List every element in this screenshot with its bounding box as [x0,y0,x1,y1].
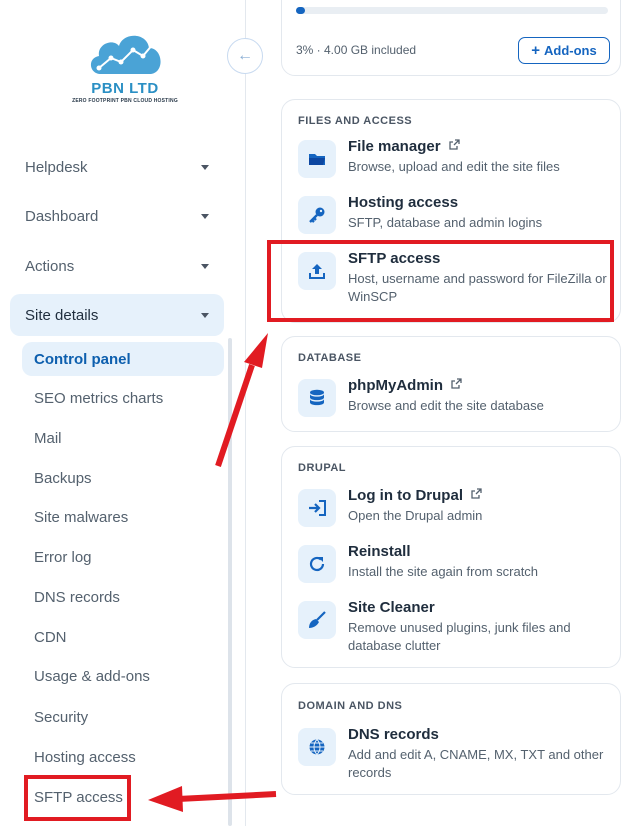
sidebar-item-hosting-access[interactable]: Hosting access [22,740,224,774]
site-cleaner-row[interactable]: Site Cleaner Remove unused plugins, junk… [298,599,610,661]
site-cleaner-desc: Remove unused plugins, junk files and da… [348,620,571,653]
dns-records-title: DNS records [348,726,439,743]
section-title-database: DATABASE [298,352,362,364]
nav-helpdesk-label: Helpdesk [25,158,88,176]
sidebar-item-security[interactable]: Security [22,700,224,734]
hosting-access-row[interactable]: Hosting access SFTP, database and admin … [298,194,610,248]
phpmyadmin-desc: Browse and edit the site database [348,398,544,413]
phpmyadmin-title: phpMyAdmin [348,377,443,394]
storage-usage-text: 3% · 4.00 GB included [296,43,417,57]
cloud-logo-icon [90,35,161,74]
dns-records-row[interactable]: DNS records Add and edit A, CNAME, MX, T… [298,726,610,788]
sidebar-item-control-panel[interactable]: Control panel [22,342,224,376]
add-ons-label: Add-ons [544,43,597,58]
usage-card: 3% · 4.00 GB included + Add-ons [281,0,621,76]
nav-actions[interactable]: Actions [10,245,224,287]
caret-down-icon [201,213,209,219]
sidebar-scrollbar[interactable] [228,338,232,826]
storage-progress-fill [296,7,306,14]
collapse-sidebar-button[interactable]: ← [227,38,263,74]
sftp-access-row[interactable]: SFTP access Host, username and password … [298,250,610,312]
section-title-drupal: DRUPAL [298,462,347,474]
file-manager-title: File manager [348,138,441,155]
sftp-access-title: SFTP access [348,250,441,267]
plus-icon: + [531,42,541,59]
nav-dashboard[interactable]: Dashboard [10,195,224,237]
external-link-icon [471,488,482,499]
section-title-files: FILES AND ACCESS [298,115,413,127]
nav-helpdesk[interactable]: Helpdesk [10,146,224,188]
sidebar-item-sftp-access[interactable]: SFTP access [22,780,224,814]
reinstall-title: Reinstall [348,543,411,560]
upload-icon [298,252,336,290]
nav-site-details-label: Site details [25,306,99,324]
external-link-icon [451,378,462,389]
sidebar-item-mail[interactable]: Mail [22,421,224,455]
nav-dashboard-label: Dashboard [25,207,99,225]
nav-actions-label: Actions [25,257,75,275]
database-card: DATABASE phpMyAdmin Browse and edit the … [281,336,621,432]
dns-card: DOMAIN AND DNS DNS records Add and edit … [281,683,621,795]
sidebar-item-error-log[interactable]: Error log [22,540,224,574]
sidebar-item-usage-addons[interactable]: Usage & add-ons [22,659,224,693]
sidebar-item-seo-metrics[interactable]: SEO metrics charts [22,381,224,415]
file-manager-row[interactable]: File manager Browse, upload and edit the… [298,138,610,192]
reinstall-row[interactable]: Reinstall Install the site again from sc… [298,543,610,597]
hosting-access-title: Hosting access [348,194,459,211]
file-manager-desc: Browse, upload and edit the site files [348,159,560,174]
broom-icon [298,601,336,639]
brand-logo[interactable]: PBN LTD ZERO FOOTPRINT PBN CLOUD HOSTING [70,28,180,118]
nav-site-details[interactable]: Site details [10,294,224,336]
caret-down-icon [201,263,209,269]
login-drupal-desc: Open the Drupal admin [348,508,483,523]
login-drupal-row[interactable]: Log in to Drupal Open the Drupal admin [298,487,610,541]
arrow-left-icon: ← [237,47,253,64]
sidebar-item-cdn[interactable]: CDN [22,620,224,654]
hosting-access-desc: SFTP, database and admin logins [348,215,543,230]
brand-name: PBN LTD [91,80,159,97]
storage-progress-bar [296,7,608,14]
refresh-icon [298,545,336,583]
caret-down-icon [201,312,209,318]
files-access-card: FILES AND ACCESS File manager Browse, up… [281,99,621,323]
phpmyadmin-row[interactable]: phpMyAdmin Browse and edit the site data… [298,377,610,431]
brand-tagline: ZERO FOOTPRINT PBN CLOUD HOSTING [72,98,178,104]
database-icon [298,379,336,417]
dns-records-desc: Add and edit A, CNAME, MX, TXT and other… [348,747,604,780]
login-drupal-title: Log in to Drupal [348,487,463,504]
folder-icon [298,140,336,178]
key-icon [298,196,336,234]
external-link-icon [449,139,460,150]
sidebar-item-site-malwares[interactable]: Site malwares [22,500,224,534]
sidebar-item-backups[interactable]: Backups [22,461,224,495]
sidebar: PBN LTD ZERO FOOTPRINT PBN CLOUD HOSTING… [0,0,246,826]
section-title-dns: DOMAIN AND DNS [298,700,403,712]
site-cleaner-title: Site Cleaner [348,599,435,616]
globe-icon [298,728,336,766]
login-icon [298,489,336,527]
caret-down-icon [201,164,209,170]
drupal-card: DRUPAL Log in to Drupal Open the Drupal … [281,446,621,668]
reinstall-desc: Install the site again from scratch [348,564,539,579]
add-ons-button[interactable]: + Add-ons [518,37,610,64]
arrow-up-head-icon [244,333,268,368]
sidebar-item-dns-records[interactable]: DNS records [22,580,224,614]
sftp-access-desc: Host, username and password for FileZill… [348,271,607,304]
